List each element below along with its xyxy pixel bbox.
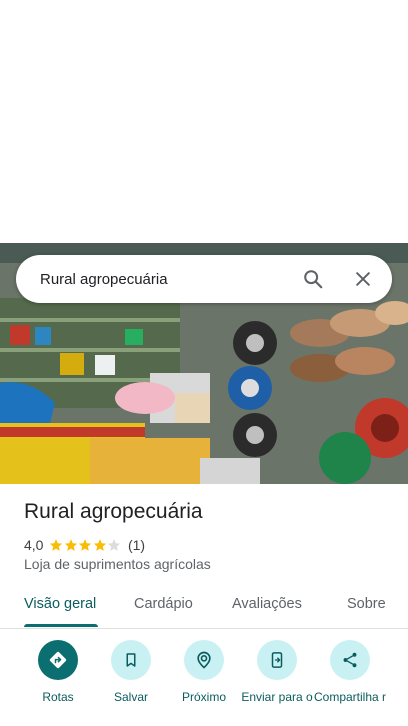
tab-about[interactable]: Sobre xyxy=(347,596,386,612)
rating-row[interactable]: 4,0 (1) xyxy=(24,536,145,554)
save-label: Salvar xyxy=(113,690,148,704)
star-empty-icon xyxy=(108,539,121,551)
directions-label: Rotas xyxy=(42,690,74,704)
send-to-phone-icon xyxy=(257,640,297,680)
star-filled-icon xyxy=(79,539,92,551)
share-button[interactable]: Compartilha r xyxy=(312,640,388,705)
share-label: Compartilha r xyxy=(313,690,387,704)
action-bar: Rotas Salvar Próximo Enviar para o Compa… xyxy=(0,640,408,726)
tab-overview[interactable]: Visão geral xyxy=(24,596,96,612)
tab-reviews[interactable]: Avaliações xyxy=(232,596,302,612)
tab-menu[interactable]: Cardápio xyxy=(134,596,193,612)
search-bar[interactable]: Rural agropecuária xyxy=(16,255,392,303)
send-to-phone-label: Enviar para o xyxy=(241,690,313,704)
star-rating xyxy=(49,538,122,552)
nearby-button[interactable]: Próximo xyxy=(166,640,242,705)
send-to-phone-button[interactable]: Enviar para o xyxy=(239,640,315,705)
star-filled-icon xyxy=(50,539,63,551)
search-icon[interactable] xyxy=(300,266,326,292)
star-filled-icon xyxy=(64,539,78,551)
search-input[interactable]: Rural agropecuária xyxy=(40,271,300,288)
review-count: (1) xyxy=(127,537,146,553)
nearby-label: Próximo xyxy=(181,690,226,704)
share-icon xyxy=(330,640,370,680)
place-title: Rural agropecuária xyxy=(24,500,203,523)
bookmark-icon xyxy=(111,640,151,680)
directions-icon xyxy=(38,640,78,680)
save-button[interactable]: Salvar xyxy=(93,640,169,705)
rating-value: 4,0 xyxy=(24,537,44,553)
active-tab-indicator xyxy=(24,624,98,627)
place-category: Loja de suprimentos agrícolas xyxy=(24,556,211,572)
close-icon[interactable] xyxy=(350,266,376,292)
nearby-icon xyxy=(184,640,224,680)
tab-bar: Visão geral Cardápio Avaliações Sobre xyxy=(0,584,408,629)
star-filled-icon xyxy=(93,539,107,551)
directions-button[interactable]: Rotas xyxy=(20,640,96,705)
